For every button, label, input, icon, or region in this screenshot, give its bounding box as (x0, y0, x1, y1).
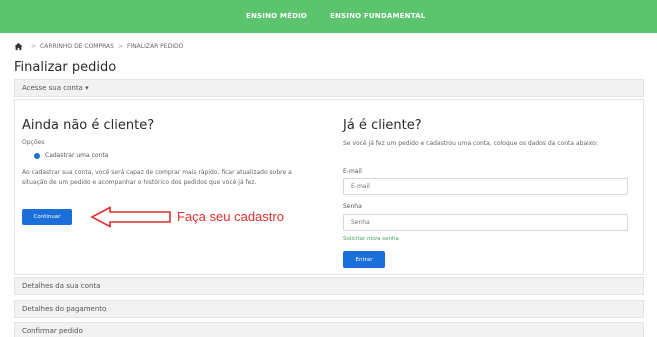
new-customer-heading: Ainda não é cliente? (22, 118, 155, 133)
email-input[interactable] (343, 178, 628, 195)
radio-label: Cadastrar uma conta (45, 152, 109, 159)
annotation-text: Faça seu cadastro (177, 209, 284, 224)
options-label: Opções (22, 139, 45, 146)
breadcrumb-cart-link[interactable]: CARRINHO DE COMPRAS (40, 43, 114, 50)
breadcrumb-separator: > (31, 42, 37, 50)
breadcrumb-current: FINALIZAR PEDIDO (126, 42, 184, 50)
email-label: E-mail (343, 168, 362, 175)
page-title: Finalizar pedido (14, 60, 117, 75)
section-account-details[interactable]: Detalhes da sua conta (14, 277, 644, 295)
register-radio-option[interactable]: Cadastrar uma conta (34, 152, 108, 159)
returning-customer-heading: Já é cliente? (343, 118, 422, 133)
nav-ensino-fundamental[interactable]: ENSINO FUNDAMENTAL (330, 12, 425, 20)
top-navigation-bar: ENSINO MÉDIO ENSINO FUNDAMENTAL (0, 0, 657, 33)
forgot-password-link[interactable]: Solicitar nova senha (343, 236, 399, 242)
password-label: Senha (343, 203, 362, 210)
returning-customer-description: Se você já fez um pedido e cadastrou uma… (343, 140, 598, 147)
section-acesse-conta[interactable]: Acesse sua conta ▾ (14, 79, 644, 97)
left-arrow-icon (90, 206, 171, 228)
password-input[interactable] (343, 214, 628, 231)
breadcrumb: > CARRINHO DE COMPRAS > FINALIZAR PEDIDO (14, 41, 183, 51)
radio-selected-icon[interactable] (34, 152, 40, 159)
breadcrumb-separator: > (117, 42, 123, 50)
login-button[interactable]: Entrar (343, 251, 385, 268)
continue-button[interactable]: Continuar (22, 209, 72, 225)
nav-ensino-medio[interactable]: ENSINO MÉDIO (246, 12, 307, 20)
home-icon[interactable] (14, 42, 23, 51)
section-confirm-order[interactable]: Confirmar pedido (14, 322, 644, 337)
register-info-text: Ao cadastrar sua conta, você será capaz … (22, 169, 292, 186)
section-payment-details[interactable]: Detalhes do pagamento (14, 300, 644, 318)
